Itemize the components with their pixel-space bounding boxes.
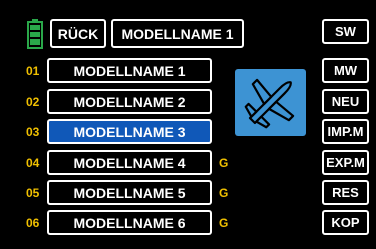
- mw-button[interactable]: MW: [322, 58, 369, 83]
- model-flag: G: [219, 156, 229, 170]
- model-slot-button[interactable]: MODELLNAME 6: [47, 210, 212, 235]
- export-model-button[interactable]: EXP.M: [322, 150, 369, 175]
- model-slot-button[interactable]: MODELLNAME 5: [47, 180, 212, 205]
- airplane-icon: [235, 69, 306, 136]
- copy-button[interactable]: KOP: [322, 210, 369, 235]
- model-flag: G: [219, 186, 229, 200]
- new-button[interactable]: NEU: [322, 89, 369, 114]
- model-slot-button[interactable]: MODELLNAME 2: [47, 89, 212, 114]
- battery-icon: [27, 19, 43, 49]
- model-number: 06: [26, 216, 40, 230]
- model-slot-button[interactable]: MODELLNAME 4: [47, 150, 212, 175]
- model-number: 05: [26, 186, 40, 200]
- import-model-button[interactable]: IMP.M: [322, 119, 369, 144]
- model-number: 04: [26, 156, 40, 170]
- model-slot-button[interactable]: MODELLNAME 1: [47, 58, 212, 83]
- model-number: 03: [26, 125, 40, 139]
- sw-button[interactable]: SW: [322, 19, 369, 44]
- model-slot-button-selected[interactable]: MODELLNAME 3: [47, 119, 212, 144]
- reset-button[interactable]: RES: [322, 180, 369, 205]
- model-number: 01: [26, 64, 40, 78]
- model-number: 02: [26, 95, 40, 109]
- model-title-button[interactable]: MODELLNAME 1: [111, 19, 244, 48]
- model-flag: G: [219, 216, 229, 230]
- back-button[interactable]: RÜCK: [50, 19, 106, 48]
